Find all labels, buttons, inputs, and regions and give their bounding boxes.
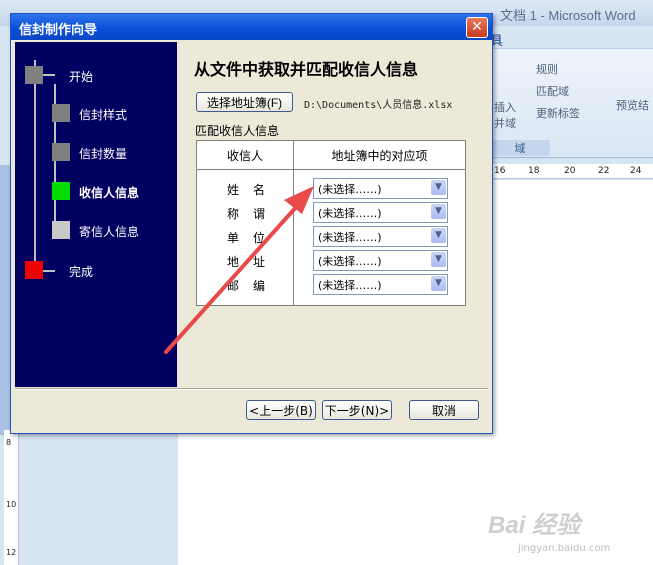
step-label-start: 开始	[69, 70, 94, 84]
envelope-wizard-dialog: 信封制作向导 ✕ 开始 信封样式 信封数量 收信人信息 寄信人信息 完成 从文件…	[10, 13, 493, 434]
dialog-title: 信封制作向导	[19, 23, 98, 38]
cancel-button[interactable]: 取消	[409, 400, 479, 420]
step-marker-envelope-count	[52, 143, 70, 161]
ruler-tick: 20	[564, 166, 576, 176]
step-label-envelope-count: 信封数量	[79, 147, 128, 161]
select-address-book-button[interactable]: 选择地址簿(F)	[196, 92, 293, 112]
field-label-address: 地址	[227, 255, 280, 269]
ruler-tick: 10	[6, 500, 17, 509]
table-header-row: 收信人 地址簿中的对应项	[197, 141, 465, 170]
field-mapping-table: 收信人 地址簿中的对应项 姓名 (未选择……) ▼ 称谓 (未选择……) ▼ 单…	[196, 140, 466, 306]
header-address-book-field: 地址簿中的对应项	[331, 149, 428, 163]
insert-field-button[interactable]: 插入	[494, 99, 516, 115]
close-icon[interactable]: ✕	[466, 17, 488, 38]
step-label-finish: 完成	[69, 265, 94, 279]
chevron-down-icon[interactable]: ▼	[431, 228, 446, 243]
ruler-tick: 12	[6, 548, 17, 557]
ribbon-group-label: 域	[490, 140, 550, 156]
step-label-sender-info: 寄信人信息	[79, 225, 140, 239]
ruler-tick: 8	[6, 438, 12, 447]
select-value: (未选择……)	[318, 231, 382, 244]
vertical-ruler: 8 10 12	[4, 430, 19, 565]
update-labels-button[interactable]: 更新标签	[536, 105, 580, 121]
step-marker-recipient-info	[52, 182, 70, 200]
ruler-tick: 22	[598, 166, 610, 176]
company-mapping-select[interactable]: (未选择……) ▼	[313, 226, 448, 247]
title-mapping-select[interactable]: (未选择……) ▼	[313, 202, 448, 223]
select-value: (未选择……)	[318, 279, 382, 292]
field-label-name: 姓名	[227, 183, 280, 197]
match-section-label: 匹配收信人信息	[195, 124, 280, 138]
ruler-tick: 24	[630, 166, 642, 176]
next-button[interactable]: 下一步(N)>	[322, 400, 392, 420]
step-label-envelope-style: 信封样式	[79, 108, 128, 122]
step-connector	[34, 60, 36, 270]
select-value: (未选择……)	[318, 183, 382, 196]
wizard-steps-panel: 开始 信封样式 信封数量 收信人信息 寄信人信息 完成	[15, 42, 177, 387]
watermark-url: jingyan.baidu.com	[518, 543, 611, 554]
word-window-title: 文档 1 - Microsoft Word	[500, 8, 636, 23]
field-label-title: 称谓	[227, 207, 280, 221]
step-marker-envelope-style	[52, 104, 70, 122]
preview-results-button[interactable]: 预览结	[616, 97, 649, 113]
page-title: 从文件中获取并匹配收信人信息	[194, 60, 419, 79]
select-value: (未选择……)	[318, 207, 382, 220]
chevron-down-icon[interactable]: ▼	[431, 252, 446, 267]
chevron-down-icon[interactable]: ▼	[431, 204, 446, 219]
step-marker-sender-info	[52, 221, 70, 239]
field-label-postcode: 邮编	[227, 279, 280, 293]
match-fields-button[interactable]: 匹配域	[536, 83, 569, 99]
dialog-titlebar[interactable]: 信封制作向导 ✕	[11, 14, 492, 40]
watermark-logo: Bai 经验	[488, 512, 581, 539]
merge-field-button[interactable]: 并域	[494, 115, 516, 131]
chevron-down-icon[interactable]: ▼	[431, 276, 446, 291]
previous-button[interactable]: <上一步(B)	[246, 400, 316, 420]
header-recipient: 收信人	[226, 149, 263, 163]
step-marker-start	[25, 66, 43, 84]
address-mapping-select[interactable]: (未选择……) ▼	[313, 250, 448, 271]
ruler-tick: 18	[528, 166, 540, 176]
watermark: Bai 经验 jingyan.baidu.com	[488, 505, 648, 560]
ruler-tick: 16	[494, 166, 506, 176]
horizontal-ruler: 16 18 20 22 24	[490, 164, 653, 179]
file-path-text: D:\Documents\人员信息.xlsx	[304, 100, 453, 111]
column-divider	[293, 141, 294, 305]
chevron-down-icon[interactable]: ▼	[431, 180, 446, 195]
select-value: (未选择……)	[318, 255, 382, 268]
step-marker-finish	[25, 261, 43, 279]
dialog-separator	[15, 388, 488, 390]
field-label-company: 单位	[227, 231, 280, 245]
postcode-mapping-select[interactable]: (未选择……) ▼	[313, 274, 448, 295]
wizard-content: 从文件中获取并匹配收信人信息 选择地址簿(F) D:\Documents\人员信…	[177, 42, 489, 387]
step-label-recipient-info: 收信人信息	[79, 186, 140, 200]
name-mapping-select[interactable]: (未选择……) ▼	[313, 178, 448, 199]
rules-button[interactable]: 规则	[536, 61, 558, 77]
